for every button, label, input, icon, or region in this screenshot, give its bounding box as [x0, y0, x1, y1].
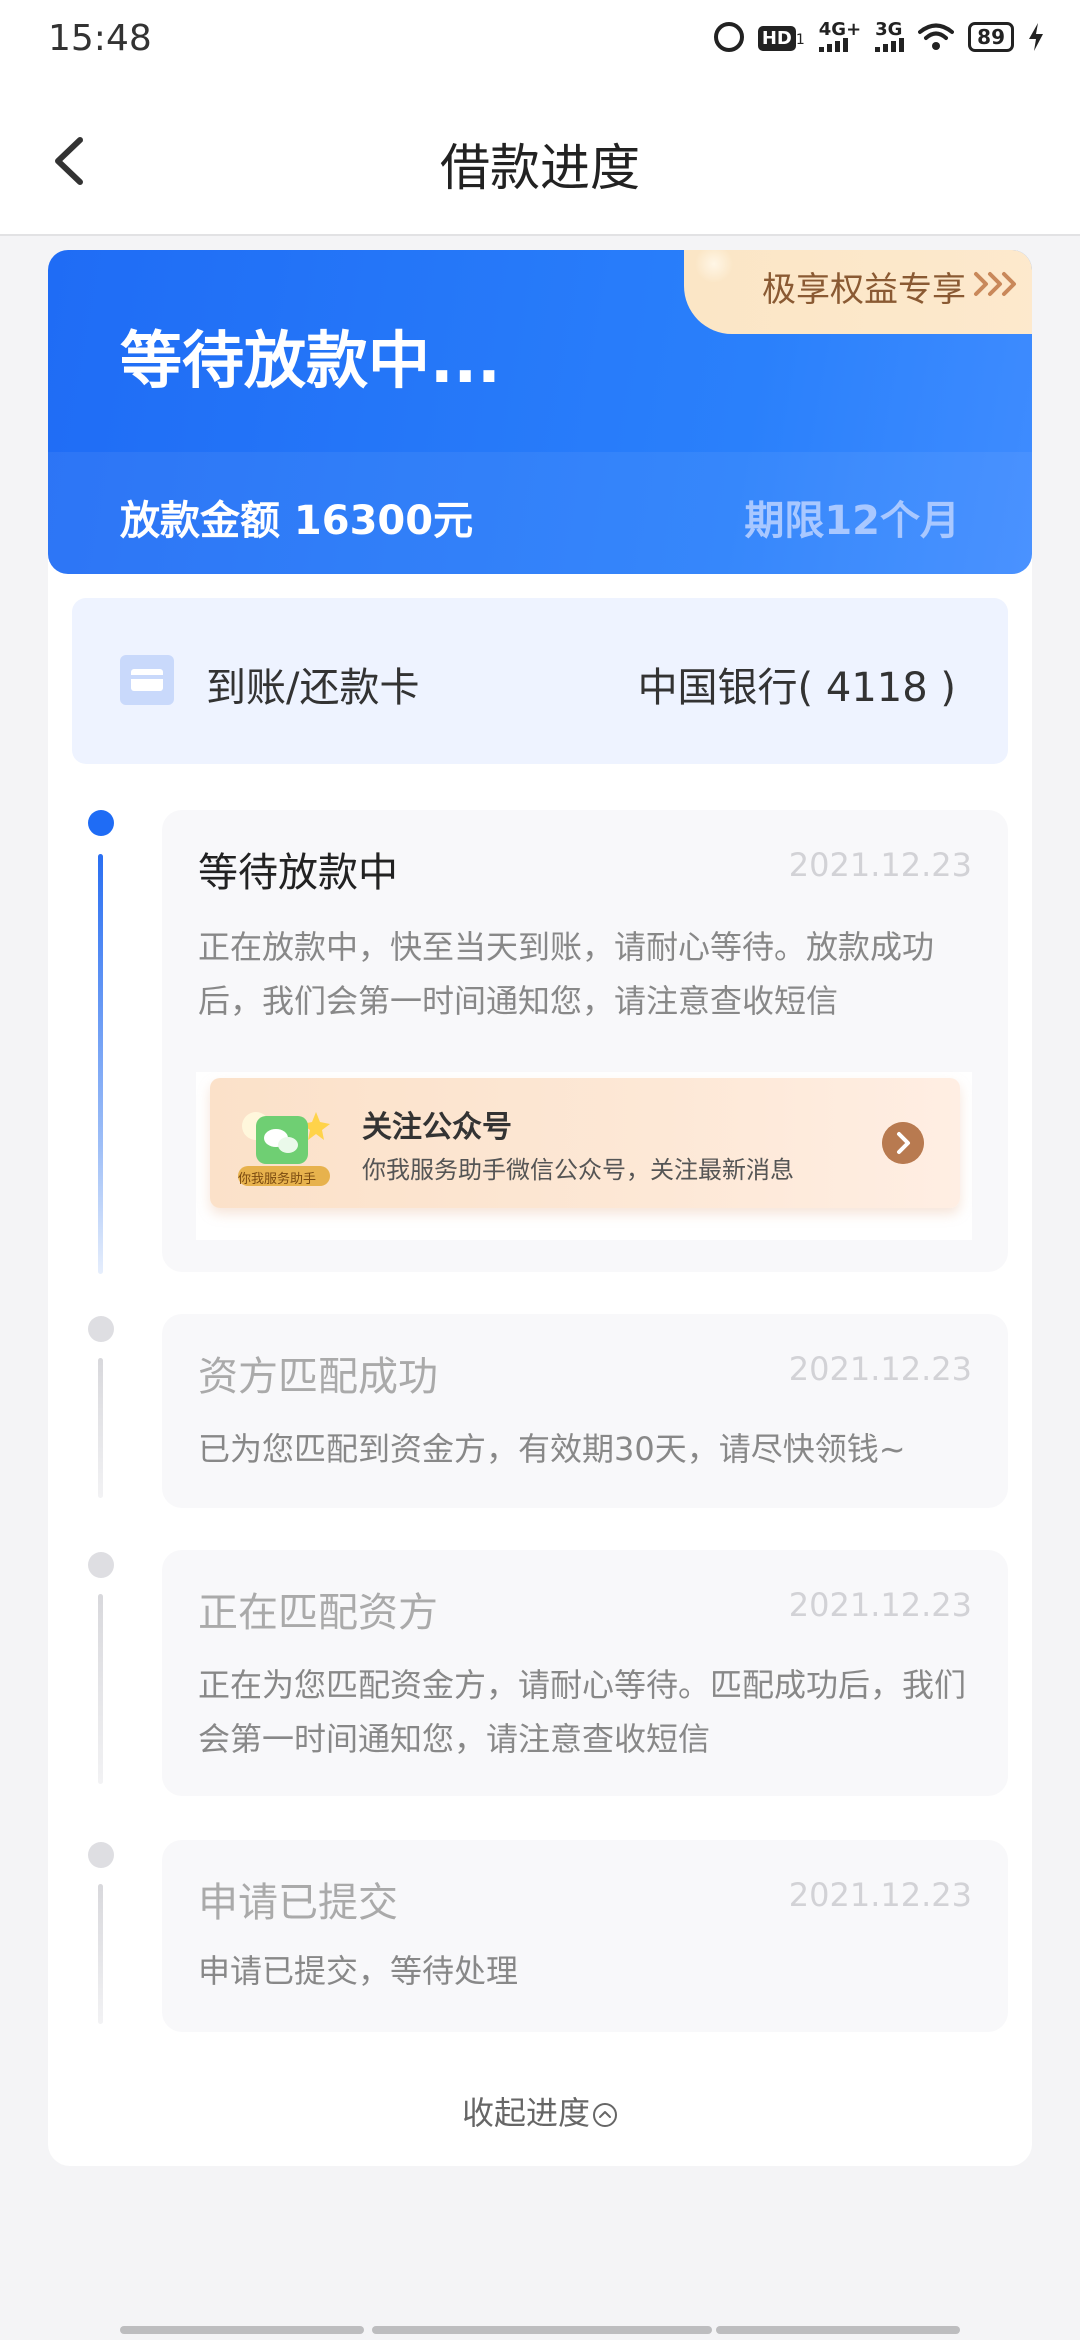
timeline-dot	[88, 1316, 114, 1342]
loan-term: 期限12个月	[744, 498, 960, 544]
chevron-right-circle-icon[interactable]	[882, 1122, 924, 1164]
follow-title: 关注公众号	[362, 1110, 512, 1145]
hd-indicator: HD 1	[757, 25, 805, 51]
card-icon	[120, 655, 174, 705]
bank-card-value: 中国银行( 4118 )	[637, 665, 956, 711]
network-type-1: 4G+	[818, 19, 862, 40]
timeline-dot-active	[88, 810, 114, 836]
nav-gesture-bar-right	[716, 2326, 960, 2334]
timeline-line	[98, 1884, 103, 2024]
signal-bars-1-icon	[818, 38, 848, 52]
network-type-2: 3G	[875, 19, 903, 40]
promo-sparkle-icon	[694, 250, 734, 282]
step-date: 2021.12.23	[788, 1350, 972, 1388]
timeline-step: 申请已提交 2021.12.23 申请已提交，等待处理	[162, 1840, 1008, 2032]
hd-badge: HD	[757, 25, 796, 51]
timeline-line	[98, 1594, 103, 1784]
page-title: 借款进度	[440, 139, 640, 197]
step-description: 申请已提交，等待处理	[198, 1952, 519, 1990]
step-title: 等待放款中	[198, 850, 398, 896]
signal-bars-2-icon	[875, 38, 905, 52]
status-bar: 15:48 HD 1 4G+ 3G 89	[0, 0, 1080, 84]
nav-gesture-bar-left	[120, 2326, 364, 2334]
wifi-icon	[918, 23, 955, 50]
loan-summary-card: 等待放款中... 放款金额 16300元 期限12个月 极享权益专享	[48, 250, 1032, 574]
follow-description: 你我服务助手微信公众号，关注最新消息	[362, 1156, 794, 1184]
timeline-line	[98, 1358, 103, 1498]
promo-label: 极享权益专享	[762, 270, 966, 310]
loan-status-title: 等待放款中...	[120, 324, 501, 397]
step-date: 2021.12.23	[788, 1586, 972, 1624]
step-description: 正在为您匹配资金方，请耐心等待。匹配成功后，我们会第一时间通知您，请注意查收短信	[198, 1666, 967, 1758]
step-title: 正在匹配资方	[198, 1590, 438, 1636]
alarm-icon	[713, 22, 744, 52]
step-description: 已为您匹配到资金方，有效期30天，请尽快领钱~	[198, 1430, 906, 1468]
signal-4g: 4G+	[818, 19, 862, 52]
timeline-dot	[88, 1842, 114, 1868]
wechat-badge-label: 你我服务助手	[238, 1172, 317, 1187]
promo-tag[interactable]: 极享权益专享	[684, 250, 1032, 334]
step-date: 2021.12.23	[788, 846, 972, 884]
bank-card-row[interactable]: 到账/还款卡 中国银行( 4118 )	[72, 598, 1008, 764]
battery-icon: 89	[968, 22, 1014, 52]
follow-official-account-banner[interactable]: 你我服务助手 关注公众号 你我服务助手微信公众号，关注最新消息	[210, 1078, 960, 1208]
timeline-dot	[88, 1552, 114, 1578]
nav-bar: 借款进度	[0, 84, 1080, 236]
chevron-up-circle-icon	[593, 2103, 617, 2127]
bank-card-label: 到账/还款卡	[206, 665, 420, 711]
nav-gesture-bar-center	[372, 2326, 712, 2334]
timeline-step: 资方匹配成功 2021.12.23 已为您匹配到资金方，有效期30天，请尽快领钱…	[162, 1314, 1008, 1508]
charging-icon	[1029, 23, 1043, 51]
step-description: 正在放款中，快至当天到账，请耐心等待。放款成功后，我们会第一时间通知您，请注意查…	[198, 928, 935, 1020]
collapse-label: 收起进度	[461, 2094, 590, 2132]
hd-sub: 1	[795, 31, 805, 48]
timeline-step: 正在匹配资方 2021.12.23 正在为您匹配资金方，请耐心等待。匹配成功后，…	[162, 1550, 1008, 1796]
triple-chevron-right-icon	[974, 272, 1016, 296]
status-time: 15:48	[48, 18, 152, 59]
timeline-line-active	[98, 854, 103, 1274]
step-title: 资方匹配成功	[198, 1354, 438, 1400]
loan-amount: 放款金额 16300元	[120, 498, 474, 544]
signal-3g: 3G	[875, 19, 905, 52]
status-icons: HD 1 4G+ 3G 89	[713, 19, 1044, 52]
step-title: 申请已提交	[198, 1880, 398, 1926]
collapse-progress-link[interactable]: 收起进度	[0, 2088, 1080, 2134]
step-date: 2021.12.23	[788, 1876, 972, 1914]
